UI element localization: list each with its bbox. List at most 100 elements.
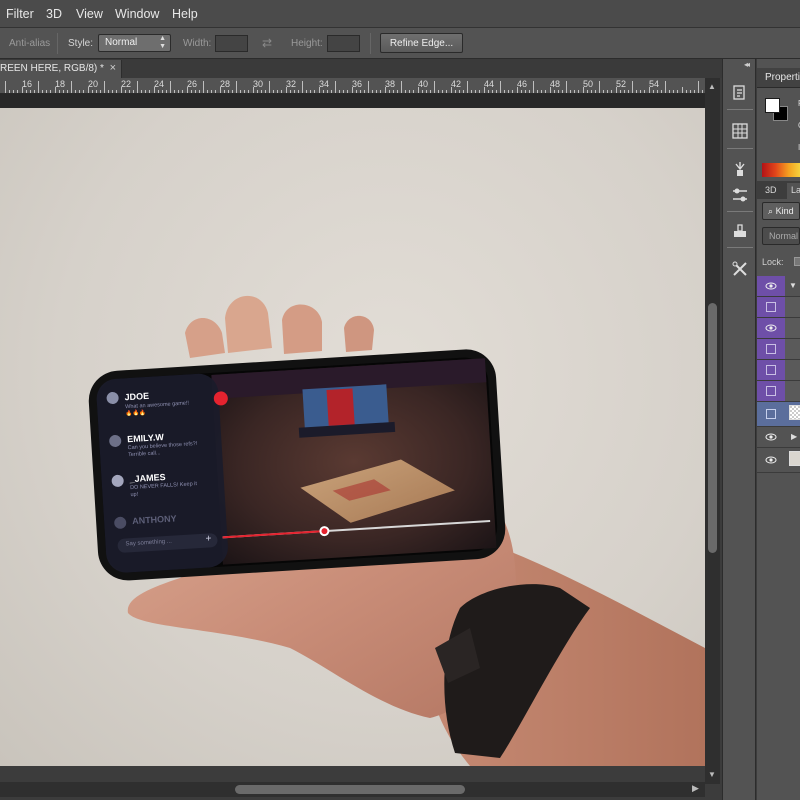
expand-arrow-icon[interactable]: ▼ (789, 281, 797, 290)
swap-icon[interactable]: ⇄ (262, 36, 272, 50)
visibility-eye-icon[interactable] (757, 276, 784, 296)
ruler-label: 46 (517, 79, 528, 89)
lock-transparency-icon[interactable] (794, 257, 800, 266)
tool-presets-icon[interactable] (728, 257, 752, 281)
ruler-tick (491, 90, 493, 93)
ruler-tick (335, 81, 336, 93)
ruler-tick (71, 81, 72, 93)
scroll-right-icon[interactable]: ▶ (692, 783, 699, 794)
visibility-toggle[interactable] (757, 360, 784, 380)
brush-icon[interactable] (728, 157, 752, 181)
collapse-arrow-icon[interactable]: ▶ (791, 432, 797, 441)
layer-row[interactable] (757, 339, 800, 360)
ruler-tick (38, 81, 39, 93)
ruler-tick (570, 90, 572, 93)
properties-panel-header[interactable]: Propertie (757, 68, 800, 88)
ruler-label: 44 (484, 79, 495, 89)
horizontal-scrollbar[interactable]: ▶ (0, 782, 705, 797)
ruler-tick (132, 90, 134, 93)
anti-alias-label[interactable]: Anti-alias (9, 38, 50, 49)
vertical-scroll-thumb[interactable] (708, 303, 717, 553)
history-icon[interactable] (728, 81, 752, 105)
close-icon[interactable]: × (110, 62, 116, 74)
ruler-tick (194, 90, 196, 93)
scroll-down-icon[interactable]: ▼ (708, 770, 716, 779)
document-tab-bar: REEN HERE, RGB/8) * × (0, 59, 722, 78)
ruler-tick (413, 90, 415, 93)
ruler-tick (607, 90, 609, 93)
collapse-panels-icon[interactable]: ◂◂ (744, 60, 750, 69)
style-select[interactable]: Normal ▲ ▼ (98, 34, 171, 52)
visibility-toggle[interactable] (757, 297, 784, 317)
document-canvas[interactable]: JDOE What an awesome game!! 🔥🔥🔥 EMILY.W … (0, 108, 705, 766)
chat-message: What an awesome game!! 🔥🔥🔥 (125, 400, 190, 418)
grid-icon[interactable] (728, 119, 752, 143)
menu-window[interactable]: Window (115, 7, 159, 21)
document-tab-title: REEN HERE, RGB/8) * (0, 63, 104, 74)
ruler-tick (322, 90, 324, 93)
adjustments-icon[interactable] (728, 183, 752, 207)
layer-row[interactable] (757, 360, 800, 381)
ruler-tick (603, 90, 605, 93)
scroll-up-icon[interactable]: ▲ (708, 82, 716, 91)
ruler-tick (25, 90, 27, 93)
layer-row[interactable] (757, 381, 800, 402)
ruler-tick (66, 90, 68, 93)
menu-3d[interactable]: 3D (46, 7, 62, 21)
menu-help[interactable]: Help (172, 7, 198, 21)
layer-thumbnail (789, 451, 800, 466)
blend-mode-select[interactable]: Normal (762, 227, 800, 245)
ruler-tick (244, 90, 246, 93)
ruler-tick (685, 90, 687, 93)
ruler-tick (128, 90, 130, 93)
chat-user-name: ANTHONY (131, 513, 177, 527)
document-tab[interactable]: REEN HERE, RGB/8) * × (0, 60, 122, 78)
visibility-eye-icon[interactable] (757, 427, 784, 447)
send-icon[interactable]: + (205, 533, 212, 544)
layer-row[interactable] (757, 297, 800, 318)
menu-view[interactable]: View (76, 7, 103, 21)
layer-group-row[interactable]: ▼ (757, 276, 800, 297)
ruler-tick (273, 90, 275, 93)
visibility-toggle[interactable] (757, 339, 784, 359)
width-field[interactable] (215, 35, 248, 52)
options-separator (370, 33, 371, 54)
visibility-toggle[interactable] (757, 381, 784, 401)
clone-source-icon[interactable] (728, 219, 752, 243)
height-field[interactable] (327, 35, 360, 52)
ruler-label: 18 (55, 79, 66, 89)
selected-layer-row[interactable] (757, 402, 800, 427)
ruler-tick (347, 90, 349, 93)
ruler-tick (458, 90, 460, 93)
ruler-tick (586, 90, 588, 93)
vertical-scrollbar[interactable]: ▲ ▼ (705, 78, 720, 784)
ruler-tick (310, 90, 312, 93)
finger (344, 315, 374, 352)
layers-panel-tabs: 3D La (757, 181, 800, 199)
layer-group-row[interactable]: ▶ (757, 427, 800, 448)
tab-layers[interactable]: La (787, 183, 800, 199)
visibility-toggle[interactable] (757, 402, 784, 426)
chat-input[interactable]: Say something ... + (117, 532, 218, 553)
menu-filter[interactable]: Filter (6, 7, 34, 21)
ruler-tick (384, 87, 386, 93)
layer-row[interactable] (757, 318, 800, 339)
horizontal-ruler[interactable]: 16 18 20 22 24 26 28 30 32 34 36 38 40 42 44 46 48 50 52 54 (0, 78, 705, 94)
layer-filter-select[interactable]: ⌕ Kind (762, 202, 800, 220)
ruler-tick (396, 90, 398, 93)
ruler-tick (669, 90, 671, 93)
background-layer-row[interactable] (757, 448, 800, 473)
tab-3d[interactable]: 3D (765, 185, 777, 195)
ruler-tick (372, 90, 374, 93)
foreground-color-swatch[interactable] (765, 98, 780, 113)
ruler-tick (582, 87, 584, 93)
tool-separator (727, 148, 753, 149)
horizontal-scroll-thumb[interactable] (235, 785, 465, 794)
ruler-tick (215, 90, 217, 93)
color-spectrum-bar[interactable] (762, 163, 800, 177)
visibility-eye-icon[interactable] (757, 318, 784, 338)
ruler-label: 34 (319, 79, 330, 89)
ruler-tick (611, 90, 613, 93)
refine-edge-button[interactable]: Refine Edge... (380, 33, 463, 53)
visibility-eye-icon[interactable] (757, 448, 784, 472)
